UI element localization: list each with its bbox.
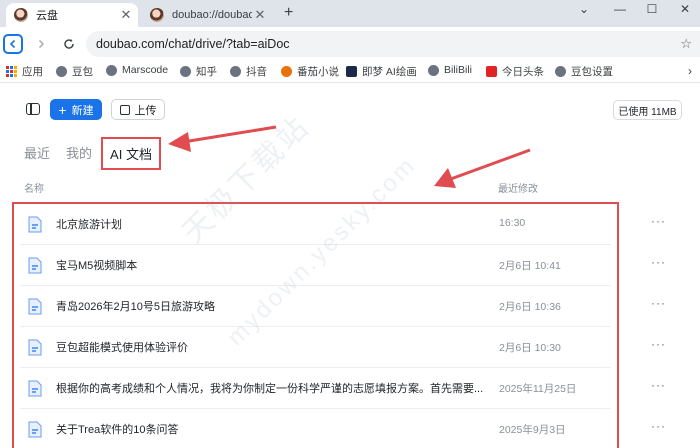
new-button-label: 新建: [71, 104, 94, 117]
tab-ai-docs[interactable]: AI 文档: [101, 137, 161, 170]
document-icon: [28, 216, 42, 233]
column-header-modified: 最近修改: [498, 184, 538, 195]
doc-row[interactable]: 青岛2026年2月10号5日旅游攻略 2月6日 10:36: [14, 286, 617, 327]
bookmark-jimeng[interactable]: 即梦 AI绘画: [346, 64, 417, 79]
reload-icon: [64, 39, 74, 49]
bookmark-toutiao[interactable]: 今日头条: [486, 64, 544, 79]
restore-icon[interactable]: ☐: [640, 2, 664, 16]
doc-modified-time: 16:30: [499, 217, 526, 229]
storage-usage-badge: 已使用 11MB: [613, 100, 682, 120]
fanqie-novel-icon: [281, 66, 292, 77]
forward-arrow-icon: [38, 39, 45, 49]
upload-button[interactable]: 上传: [111, 99, 165, 120]
reload-button[interactable]: [60, 34, 78, 54]
bookmarks-bar: 应用 豆包 Marscode 知乎 抖音 番茄小说 即梦 AI绘画 BiliBi…: [0, 61, 700, 83]
bookmark-doubao[interactable]: 豆包: [56, 64, 93, 79]
doc-row[interactable]: 关于Trea软件的10条问答 2025年9月3日: [14, 409, 617, 448]
new-tab-plus-icon[interactable]: +: [284, 4, 293, 22]
jimeng-icon: [346, 66, 357, 77]
close-window-icon[interactable]: ✕: [673, 2, 697, 16]
document-icon: [28, 380, 42, 397]
doc-title: 关于Trea软件的10条问答: [56, 424, 179, 436]
doc-modified-time: 2025年11月25日: [499, 383, 577, 395]
doc-title: 宝马M5视频脚本: [56, 260, 138, 272]
globe-icon: [106, 64, 117, 76]
doc-modified-time: 2月6日 10:36: [499, 301, 561, 313]
tab-mine[interactable]: 我的: [66, 143, 92, 162]
bookmark-label: 今日头条: [502, 66, 544, 78]
more-options-icon[interactable]: ···: [651, 419, 666, 433]
address-url: doubao.com/chat/drive/?tab=aiDoc: [96, 37, 290, 51]
address-bar[interactable]: doubao.com/chat/drive/?tab=aiDoc ☆: [86, 31, 700, 57]
bookmark-fanqie[interactable]: 番茄小说: [281, 64, 339, 79]
more-options-icon[interactable]: ···: [651, 337, 666, 351]
doc-title: 北京旅游计划: [56, 219, 122, 231]
doubao-favicon-icon: [14, 8, 28, 22]
document-icon: [28, 339, 42, 356]
toutiao-icon: [486, 66, 497, 77]
column-header-name: 名称: [24, 184, 44, 195]
bookmark-label: Marscode: [122, 64, 169, 76]
more-options-icon[interactable]: ···: [651, 255, 666, 269]
bookmark-label: 知乎: [196, 66, 217, 78]
apps-grid-icon: [6, 66, 17, 77]
forward-button[interactable]: [32, 34, 50, 54]
tab-title: 云盘: [36, 10, 58, 22]
doc-modified-time: 2月6日 10:30: [499, 342, 561, 354]
bookmark-marscode[interactable]: Marscode: [106, 64, 168, 76]
minimize-icon[interactable]: —: [608, 2, 632, 16]
doc-row[interactable]: 豆包超能模式使用体验评价 2月6日 10:30: [14, 327, 617, 368]
globe-icon: [428, 64, 439, 76]
globe-icon: [56, 66, 67, 77]
bookmark-label: BiliBili: [444, 64, 473, 76]
bookmark-douyin[interactable]: 抖音: [230, 64, 267, 79]
bookmarks-more-chevron-icon[interactable]: ›: [688, 64, 692, 78]
doc-title: 豆包超能模式使用体验评价: [56, 342, 188, 354]
upload-button-label: 上传: [134, 104, 157, 117]
more-options-icon[interactable]: ···: [651, 214, 666, 228]
document-icon: [28, 257, 42, 274]
back-arrow-icon: [9, 39, 16, 49]
globe-icon: [555, 66, 566, 77]
drive-tabs: 最近 我的 AI 文档: [0, 136, 700, 170]
back-button[interactable]: [3, 34, 23, 54]
browser-toolbar: doubao.com/chat/drive/?tab=aiDoc ☆: [0, 27, 700, 61]
bookmark-bilibili[interactable]: BiliBili: [428, 64, 472, 76]
tab-cloud-drive[interactable]: 云盘 ✕: [6, 3, 138, 27]
globe-icon: [180, 66, 191, 77]
bookmark-label: 豆包设置: [571, 66, 613, 78]
bookmark-star-icon[interactable]: ☆: [680, 36, 692, 52]
drive-page: + 新建 上传 已使用 11MB 最近 我的 AI 文档 名称 最近修改 北京旅…: [0, 84, 700, 448]
new-button[interactable]: + 新建: [50, 99, 102, 120]
document-icon: [28, 298, 42, 315]
doc-row[interactable]: 根据你的高考成绩和个人情况，我将为你制定一份科学严谨的志愿填报方案。首先需要..…: [14, 368, 617, 409]
doc-modified-time: 2月6日 10:41: [499, 260, 561, 272]
bookmark-label: 番茄小说: [297, 66, 339, 78]
more-options-icon[interactable]: ···: [651, 296, 666, 310]
bookmark-apps[interactable]: 应用: [6, 64, 43, 79]
bookmark-label: 应用: [22, 66, 43, 78]
bookmark-label: 豆包: [72, 66, 93, 78]
tab-doubao-settings[interactable]: doubao://doubao-setti ✕: [140, 3, 272, 27]
doc-modified-time: 2025年9月3日: [499, 424, 566, 436]
tab-title: doubao://doubao-setti: [172, 9, 252, 21]
browser-tab-bar: 云盘 ✕ doubao://doubao-setti ✕ + ⌄ — ☐ ✕: [0, 0, 700, 27]
plus-icon: +: [58, 101, 67, 118]
tab-search-icon[interactable]: ⌄: [572, 2, 596, 16]
globe-icon: [230, 66, 241, 77]
doubao-favicon-icon: [150, 8, 164, 22]
more-options-icon[interactable]: ···: [651, 378, 666, 392]
sidebar-toggle-icon[interactable]: [26, 103, 40, 115]
bookmark-label: 即梦 AI绘画: [362, 66, 417, 78]
bookmark-doubao-settings[interactable]: 豆包设置: [555, 64, 613, 79]
bookmark-label: 抖音: [246, 66, 267, 78]
close-tab-icon[interactable]: ✕: [118, 7, 134, 23]
upload-icon: [119, 104, 130, 115]
close-tab-icon[interactable]: ✕: [252, 7, 268, 23]
bookmark-zhihu[interactable]: 知乎: [180, 64, 217, 79]
document-icon: [28, 421, 42, 438]
doc-title: 根据你的高考成绩和个人情况，我将为你制定一份科学严谨的志愿填报方案。首先需要..…: [56, 383, 484, 395]
tab-recent[interactable]: 最近: [24, 143, 50, 162]
